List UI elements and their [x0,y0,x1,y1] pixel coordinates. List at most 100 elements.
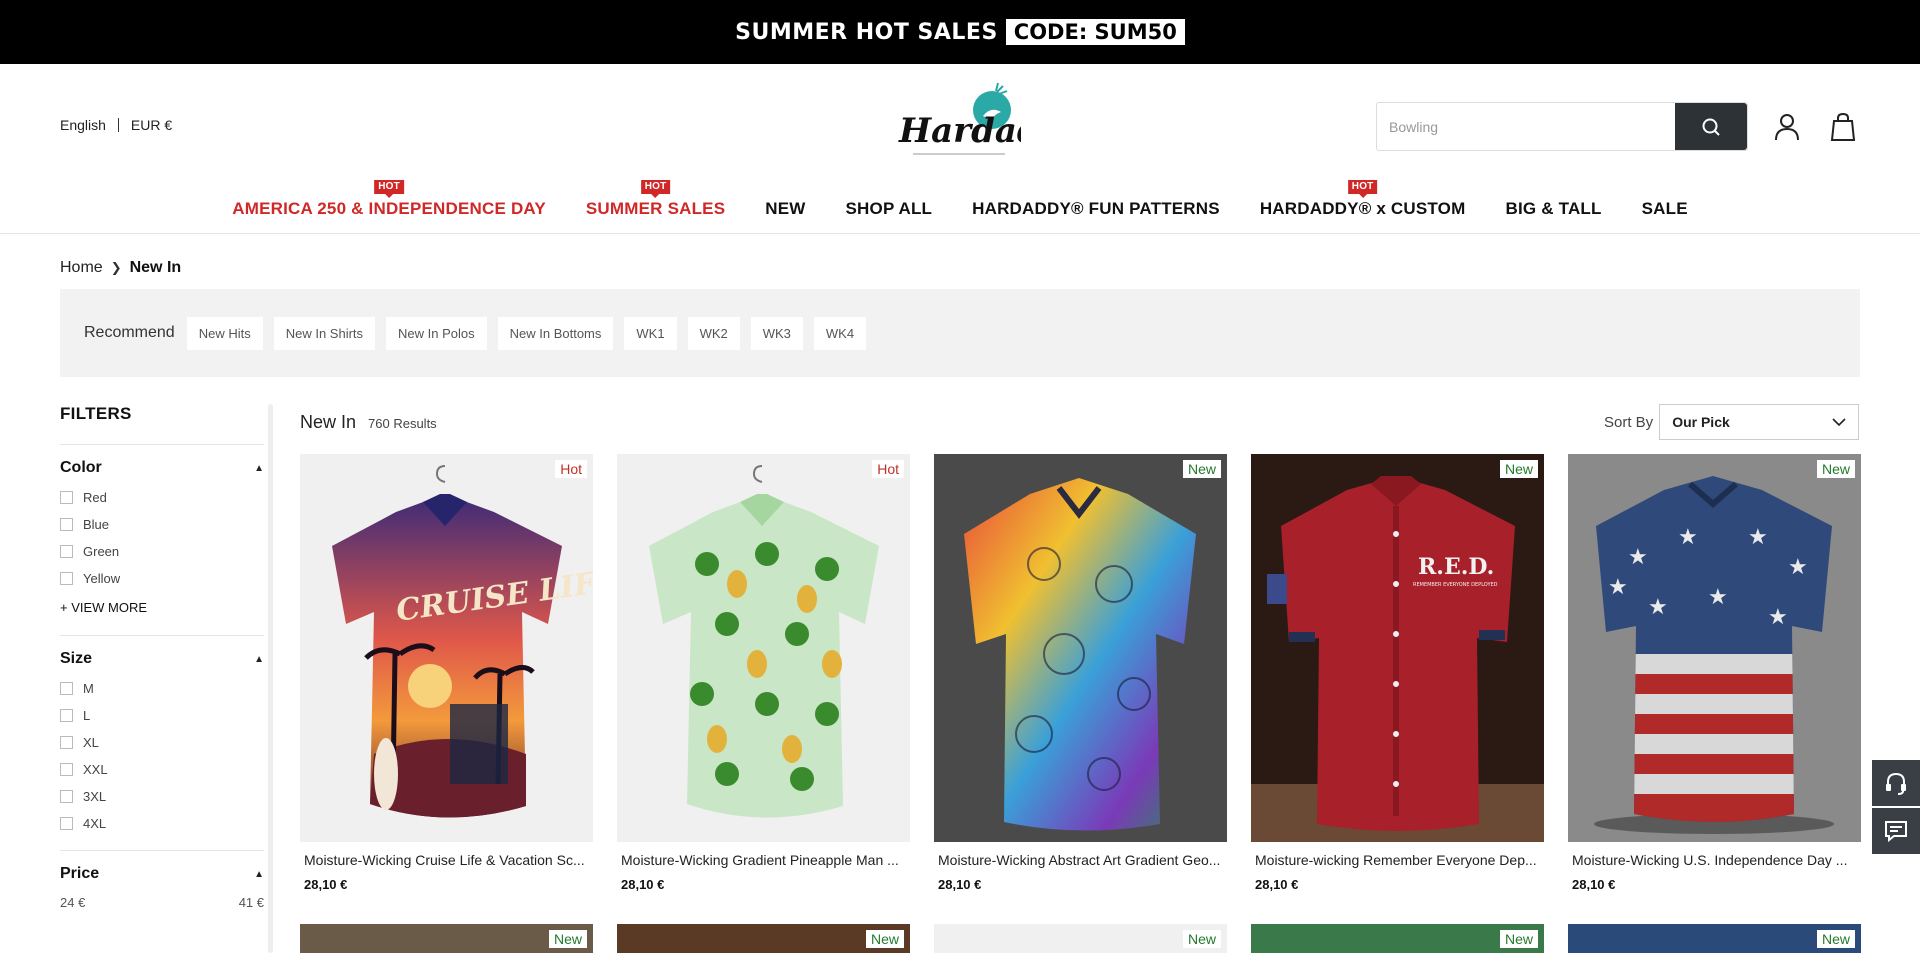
nav-item[interactable]: HARDADDY® x CUSTOM HOT [1260,180,1466,219]
filter-option-label: 3XL [83,789,107,804]
product-image[interactable]: New [617,924,910,953]
product-image[interactable]: CRUISE LIFE Hot [300,454,593,842]
filter-size-header[interactable]: Size ▲ [60,650,264,668]
product-card[interactable]: CRUISE LIFE Hot Moisture-Wicking Cruise … [300,454,593,892]
promo-bar[interactable]: SUMMER HOT SALES CODE: SUM50 [0,0,1920,64]
recommend-chip[interactable]: WK1 [624,316,677,350]
filter-option[interactable]: L [60,708,264,723]
nav-item-label: AMERICA 250 & INDEPENDENCE DAY [232,199,546,218]
checkbox[interactable] [60,518,73,531]
product-image[interactable]: New [934,924,1227,953]
nav-item-label: SALE [1641,199,1688,218]
recommend-chip[interactable]: WK4 [813,316,867,350]
chevron-up-icon[interactable]: ▲ [254,654,264,665]
chat-button[interactable] [1872,808,1920,854]
product-image[interactable]: ★ ★ ★ ★ ★ ★ ★ ★ New [1568,454,1861,842]
product-card[interactable]: New Moisture-Wicking Abstract Art Gradie… [934,454,1227,892]
nav-item-label: SUMMER SALES [585,199,726,218]
filter-option[interactable]: Yellow [60,571,264,586]
language-selector[interactable]: English [60,117,106,133]
shirt-pineapple-image [649,465,879,818]
checkbox[interactable] [60,572,73,585]
product-card[interactable]: New [617,924,910,953]
svg-text:★: ★ [1648,595,1668,620]
product-image[interactable]: New [1251,924,1544,953]
product-name[interactable]: Moisture-Wicking U.S. Independence Day .… [1568,852,1861,868]
new-badge: New [1499,460,1538,478]
view-more-button[interactable]: + VIEW MORE [60,600,264,615]
product-name[interactable]: Moisture-Wicking Gradient Pineapple Man … [617,852,910,868]
account-button[interactable] [1772,112,1802,142]
breadcrumb-home[interactable]: Home [60,259,103,277]
price-range[interactable]: 24 € 41 € [60,895,264,910]
search-bar[interactable] [1376,102,1748,151]
filter-option[interactable]: M [60,681,264,696]
nav-item[interactable]: SALE [1642,199,1688,219]
filter-price-header[interactable]: Price ▲ [60,865,264,883]
side-tools [1872,760,1920,856]
filter-option[interactable]: Green [60,544,264,559]
search-button[interactable] [1675,103,1747,150]
nav-item[interactable]: NEW [765,199,805,219]
nav-item[interactable]: SUMMER SALES HOT [585,180,726,219]
nav-item[interactable]: HARDADDY® FUN PATTERNS [972,199,1220,219]
search-input[interactable] [1377,103,1675,150]
product-image[interactable]: Hot [617,454,910,842]
site-logo[interactable]: Hardaddy [893,82,1086,164]
checkbox[interactable] [60,790,73,803]
checkbox[interactable] [60,682,73,695]
checkbox[interactable] [60,545,73,558]
product-price: 28,10 € [304,877,348,892]
product-image[interactable]: New [300,924,593,953]
filter-color-header[interactable]: Color ▲ [60,459,264,477]
checkbox[interactable] [60,817,73,830]
filter-option[interactable]: XL [60,735,264,750]
filter-option[interactable]: Blue [60,517,264,532]
cart-button[interactable] [1828,112,1858,142]
svg-text:★: ★ [1608,575,1628,600]
sort-label: Sort By [1604,413,1654,431]
checkbox[interactable] [60,709,73,722]
chevron-up-icon[interactable]: ▲ [254,869,264,880]
product-card[interactable]: ★ ★ ★ ★ ★ ★ ★ ★ New Moisture-Wicking U.S. Inde… [1568,454,1861,892]
locale-switcher[interactable]: English EUR € [60,117,172,133]
filter-option[interactable]: XXL [60,762,264,777]
checkbox[interactable] [60,491,73,504]
sort-value: Our Pick [1672,414,1730,430]
product-name[interactable]: Moisture-wicking Remember Everyone Dep..… [1251,852,1544,868]
filter-option[interactable]: Red [60,490,264,505]
recommend-chip[interactable]: New In Bottoms [497,316,614,350]
nav-item[interactable]: BIG & TALL [1505,199,1601,219]
checkbox[interactable] [60,763,73,776]
filter-price-label: Price [60,865,100,882]
product-card[interactable]: New [300,924,593,953]
recommend-chip[interactable]: WK2 [687,316,740,350]
product-image[interactable]: New [934,454,1227,842]
product-image[interactable]: R.E.D. REMEMBER EVERYONE DEPLOYED New [1251,454,1544,842]
promo-text: SUMMER HOT SALES [735,19,998,45]
nav-item[interactable]: SHOP ALL [846,199,933,219]
recommend-chip[interactable]: New In Shirts [273,316,376,350]
recommend-chip[interactable]: WK3 [750,316,803,350]
nav-item[interactable]: AMERICA 250 & INDEPENDENCE DAY HOT [232,180,546,219]
filter-group-price: Price ▲ 24 € 41 € [60,850,264,910]
product-card[interactable]: New [1568,924,1861,953]
currency-selector[interactable]: EUR € [131,117,172,133]
recommend-chip[interactable]: New Hits [186,316,263,350]
product-card[interactable]: Hot Moisture-Wicking Gradient Pineapple … [617,454,910,892]
sort-select[interactable]: Our Pick [1659,404,1860,440]
product-card[interactable]: R.E.D. REMEMBER EVERYONE DEPLOYED New Mo… [1251,454,1544,892]
product-card[interactable]: New [1251,924,1544,953]
filters-scrollbar[interactable] [268,404,273,953]
product-image[interactable]: New [1568,924,1861,953]
checkbox[interactable] [60,736,73,749]
hot-badge: HOT [1347,180,1378,198]
product-name[interactable]: Moisture-Wicking Cruise Life & Vacation … [300,852,593,868]
chevron-up-icon[interactable]: ▲ [254,463,264,474]
recommend-chip[interactable]: New In Polos [386,316,487,350]
filter-option[interactable]: 4XL [60,816,264,831]
product-card[interactable]: New [934,924,1227,953]
customer-service-button[interactable] [1872,760,1920,806]
filter-option[interactable]: 3XL [60,789,264,804]
product-name[interactable]: Moisture-Wicking Abstract Art Gradient G… [934,852,1227,868]
